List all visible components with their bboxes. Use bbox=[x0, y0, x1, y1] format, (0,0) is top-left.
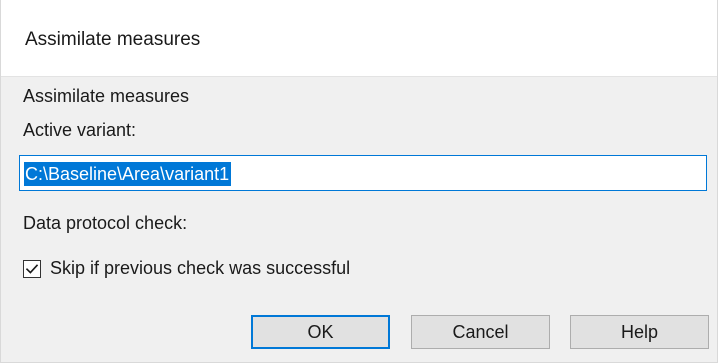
active-variant-input[interactable]: C:\Baseline\Area\variant1 bbox=[19, 155, 707, 191]
title-bar[interactable]: Assimilate measures bbox=[1, 0, 717, 77]
assimilate-measures-dialog: Assimilate measures Assimilate measures … bbox=[0, 0, 718, 363]
cancel-button[interactable]: Cancel bbox=[411, 315, 550, 349]
active-variant-value: C:\Baseline\Area\variant1 bbox=[24, 162, 232, 186]
checkmark-icon bbox=[25, 264, 39, 274]
skip-if-successful-label[interactable]: Skip if previous check was successful bbox=[50, 258, 350, 279]
active-variant-label: Active variant: bbox=[23, 120, 137, 140]
skip-if-successful-checkbox[interactable] bbox=[23, 260, 41, 278]
group-label: Assimilate measures bbox=[23, 86, 190, 106]
help-button[interactable]: Help bbox=[570, 315, 709, 349]
window-title: Assimilate measures bbox=[25, 29, 201, 50]
ok-button[interactable]: OK bbox=[251, 315, 390, 349]
data-protocol-check-label: Data protocol check: bbox=[23, 213, 188, 233]
